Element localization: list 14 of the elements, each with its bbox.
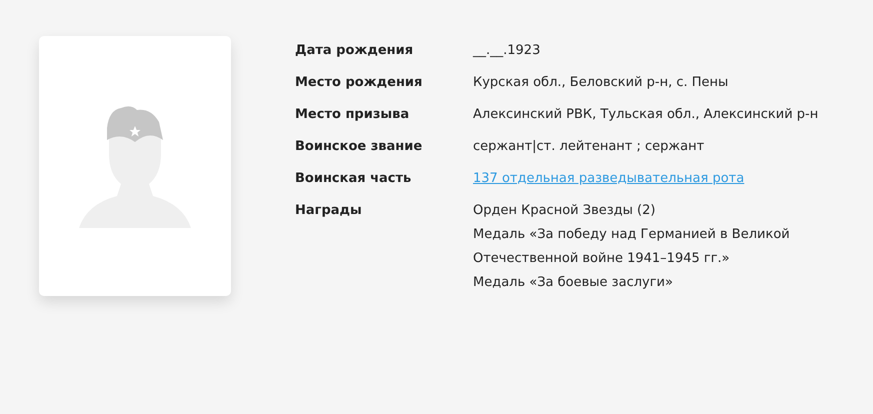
field-label: Воинское звание — [295, 138, 424, 156]
field-label: Место призыва — [295, 106, 410, 124]
field-value: Алексинский РВК, Тульская обл., Алексинский р-н — [473, 106, 818, 124]
field-value: Курская обл., Беловский р-н, с. Пены — [473, 74, 728, 92]
award-item: Медаль «За боевые заслуги» — [473, 274, 674, 292]
field-label: Награды — [295, 202, 363, 220]
field-label: Воинская часть — [295, 170, 412, 188]
field-value: сержант|ст. лейтенант ; сержант — [473, 138, 704, 156]
award-item: Медаль «За победу над Германией в Великой Отечественной войне 1941–1945 гг.» — [473, 226, 791, 268]
field-value: __.__.1923 — [473, 42, 540, 60]
field-label: Дата рождения — [295, 42, 414, 60]
award-item: Орден Красной Звезды (2) — [473, 202, 656, 220]
field-label: Место рождения — [295, 74, 424, 92]
unit-link[interactable]: 137 отдельная разведывательная рота — [473, 167, 744, 191]
